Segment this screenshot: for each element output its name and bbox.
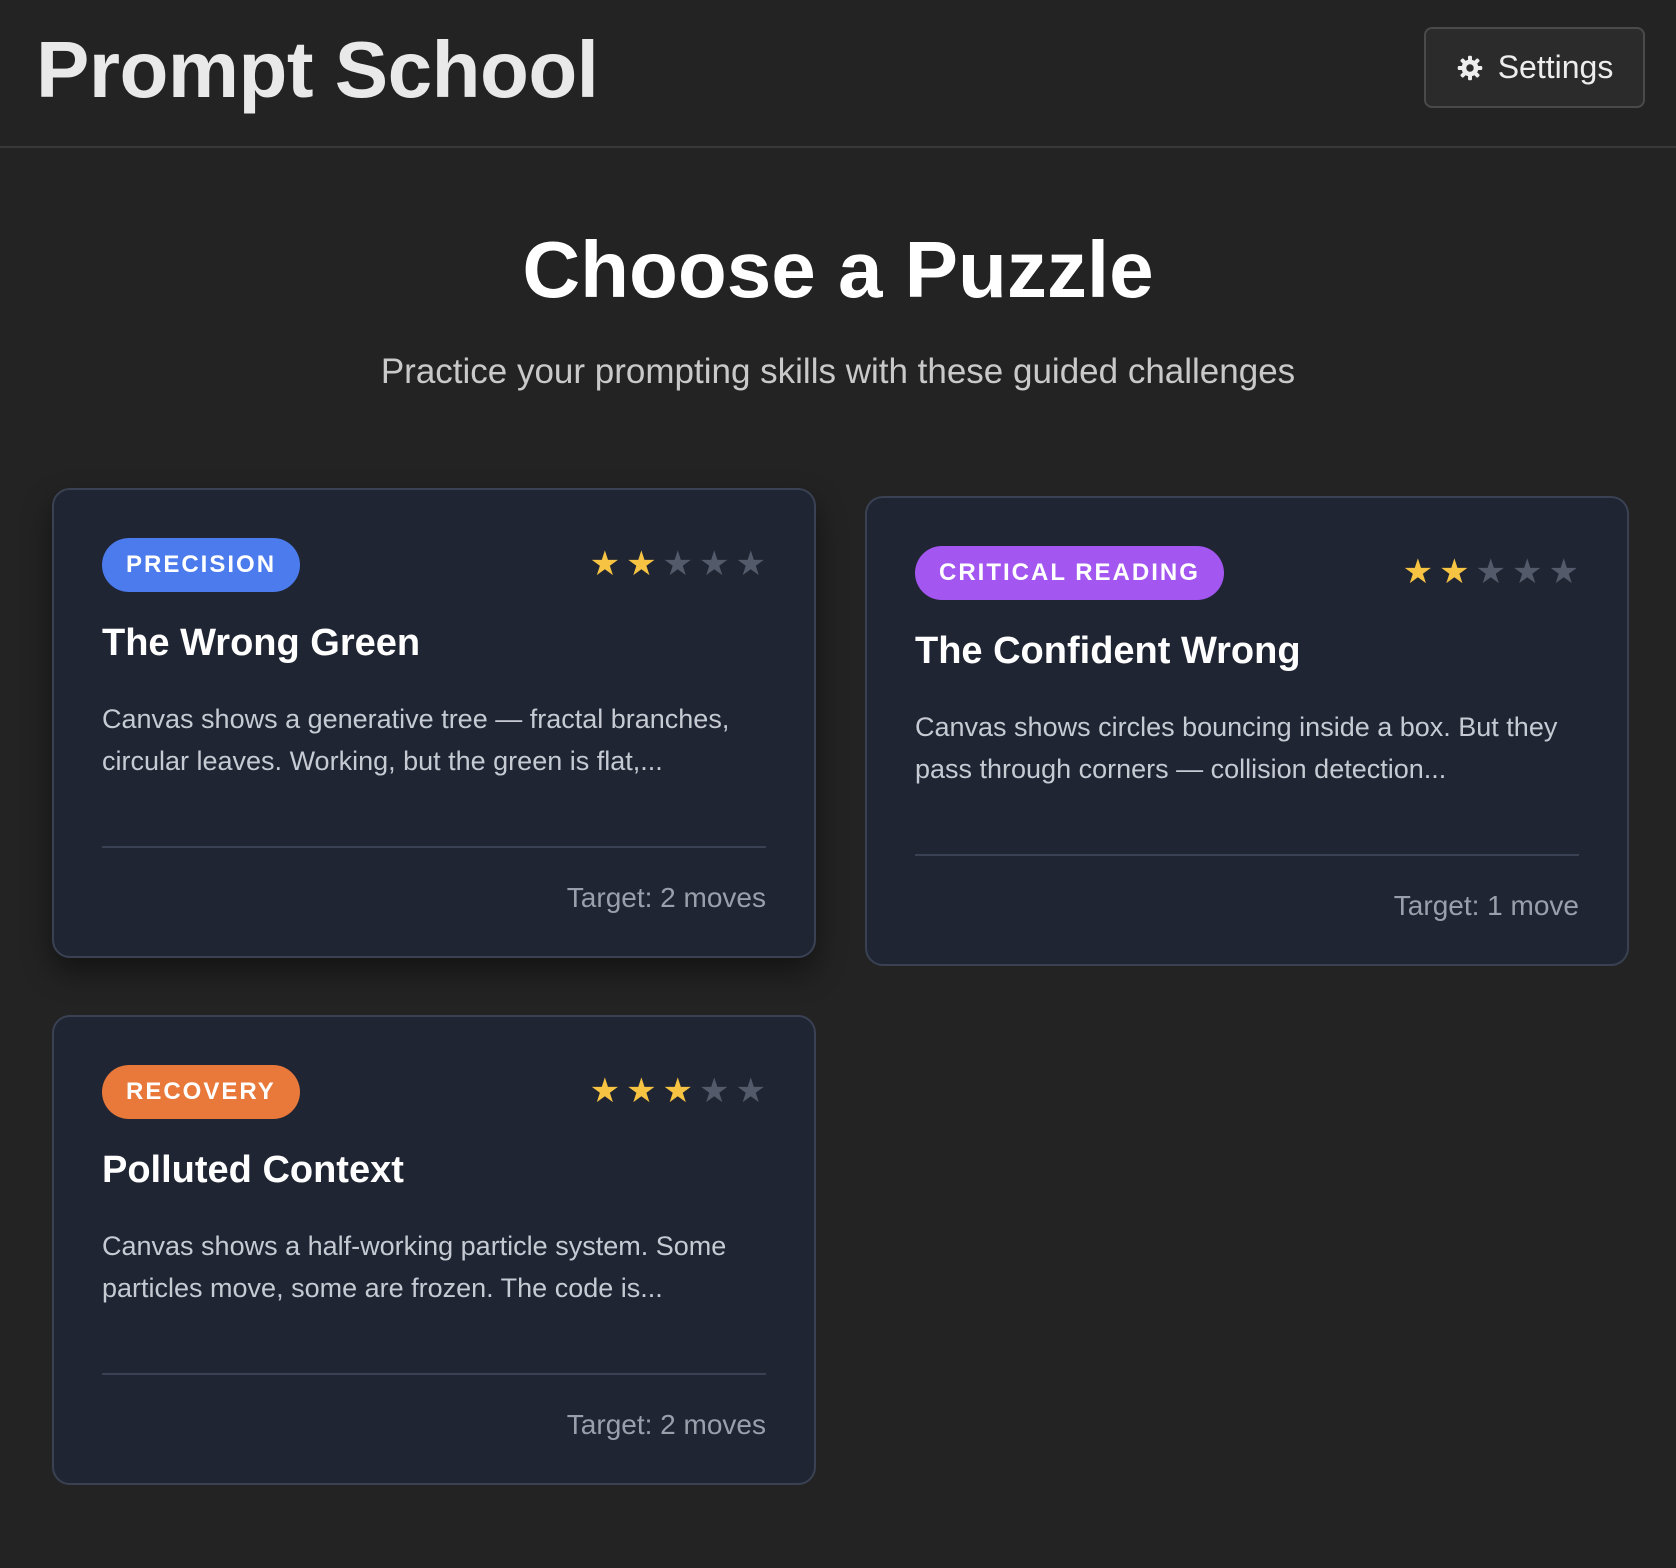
card-target: Target: 2 moves [566, 1409, 766, 1440]
page-heading: Choose a Puzzle [522, 225, 1154, 314]
card-title: The Wrong Green [102, 622, 421, 664]
star-empty-icon: ★ [735, 545, 766, 583]
card-description: Canvas shows circles bouncing inside a b… [915, 712, 1558, 784]
category-badge: CRITICAL READING [915, 546, 1224, 600]
card-target: Target: 1 move [1393, 890, 1579, 921]
star-filled-icon: ★ [626, 545, 657, 583]
star-empty-icon: ★ [735, 1072, 766, 1110]
star-empty-icon: ★ [699, 1072, 730, 1110]
card-target: Target: 2 moves [566, 882, 766, 913]
star-filled-icon: ★ [1439, 553, 1470, 591]
difficulty-rating: ★ ★ ★ ★ ★ [590, 1069, 766, 1113]
puzzle-card-the-wrong-green[interactable]: PRECISION ★ ★ ★ ★ ★ The Wrong Green Canvas s… [52, 488, 816, 958]
puzzle-card-the-confident-wrong[interactable]: CRITICAL READING ★ ★ ★ ★ ★ The Confident Wro… [865, 496, 1629, 966]
star-filled-icon: ★ [589, 1072, 621, 1110]
star-empty-icon: ★ [1512, 553, 1543, 591]
star-empty-icon: ★ [699, 545, 730, 583]
page-subheading: Practice your prompting skills with thes… [380, 352, 1296, 391]
card-description: Canvas shows a generative tree — fractal… [102, 704, 730, 776]
star-empty-icon: ★ [662, 545, 694, 583]
card-divider [915, 854, 1579, 856]
category-badge: PRECISION [102, 538, 301, 592]
gear-icon [1456, 54, 1484, 82]
card-title: The Confident Wrong [915, 630, 1301, 672]
app-title: Prompt School [36, 25, 599, 114]
star-filled-icon: ★ [589, 545, 621, 583]
card-title: Polluted Context [102, 1149, 404, 1191]
star-empty-icon: ★ [1475, 553, 1507, 591]
card-description: Canvas shows a half-working particle sys… [102, 1231, 727, 1303]
settings-button[interactable]: Settings [1424, 27, 1645, 108]
star-empty-icon: ★ [1548, 553, 1579, 591]
settings-label: Settings [1497, 49, 1614, 85]
top-bar: Prompt School Settings [0, 0, 1676, 148]
difficulty-rating: ★ ★ ★ ★ ★ [1403, 550, 1579, 594]
star-filled-icon: ★ [662, 1072, 694, 1110]
star-filled-icon: ★ [626, 1072, 657, 1110]
star-filled-icon: ★ [1402, 553, 1434, 591]
card-divider [102, 846, 766, 848]
card-divider [102, 1373, 766, 1375]
difficulty-rating: ★ ★ ★ ★ ★ [590, 542, 766, 586]
puzzle-card-polluted-context[interactable]: RECOVERY ★ ★ ★ ★ ★ Polluted Context Canvas s… [52, 1015, 816, 1485]
category-badge: RECOVERY [102, 1065, 300, 1119]
